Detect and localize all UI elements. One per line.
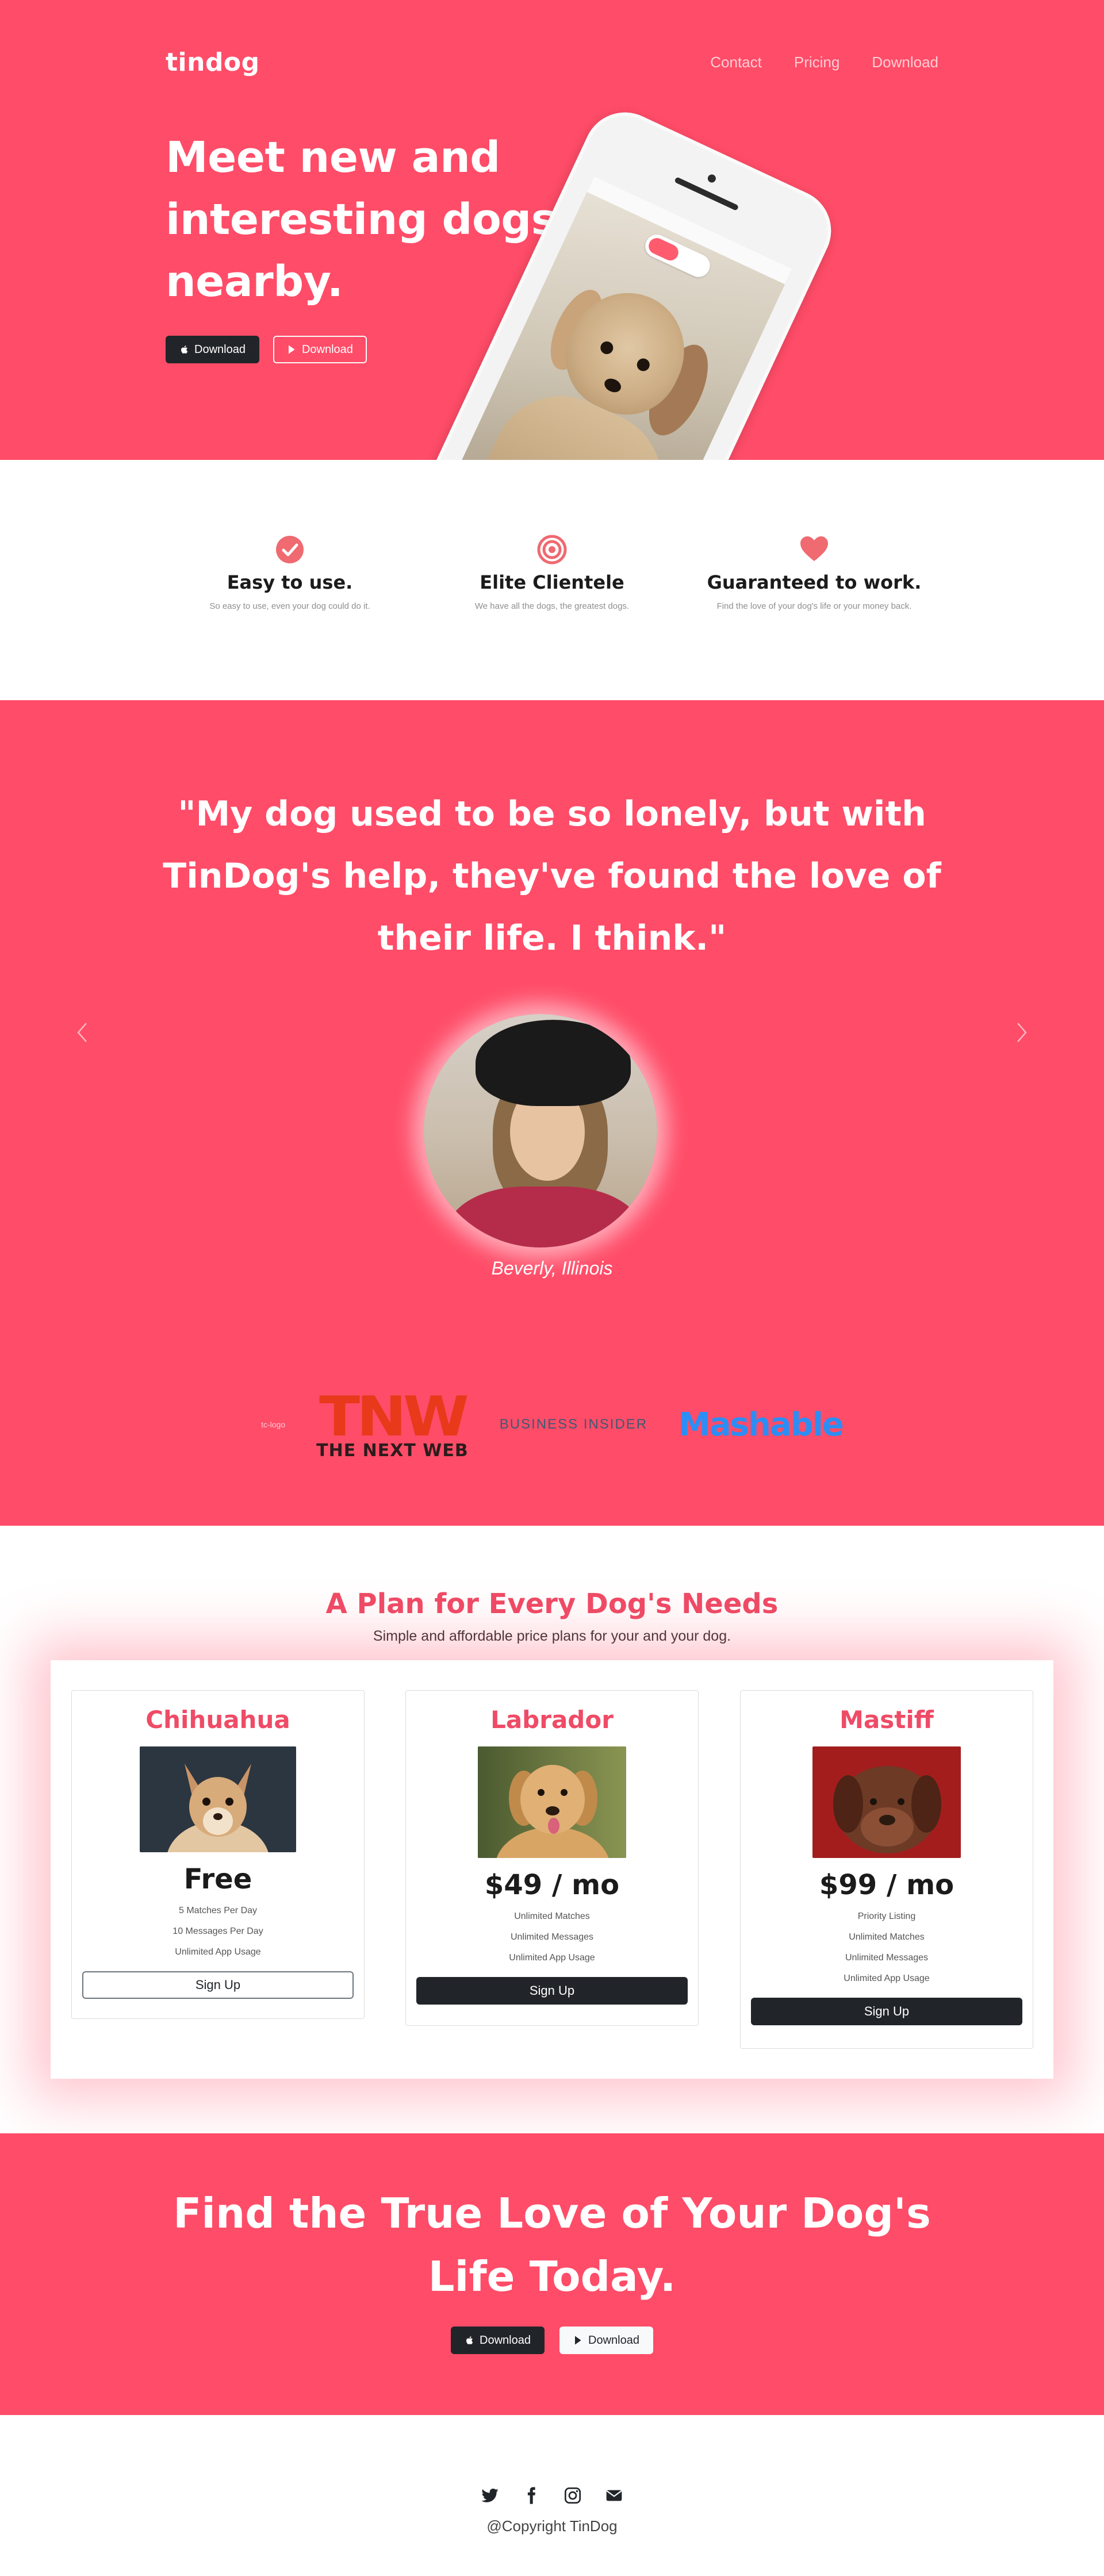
pricing-section: A Plan for Every Dog's Needs Simple and … bbox=[0, 1526, 1104, 2133]
business-insider-logo: BUSINESS INSIDER bbox=[499, 1416, 648, 1432]
cta-heading: Find the True Love of Your Dog's Life To… bbox=[173, 2189, 931, 2301]
cta-google-play-download-label: Download bbox=[588, 2333, 639, 2347]
testimonials-section: "My dog used to be so lonely, but with T… bbox=[0, 700, 1104, 1526]
plan-name: Mastiff bbox=[839, 1706, 934, 1734]
apple-icon bbox=[181, 345, 188, 354]
feature-title: Guaranteed to work. bbox=[707, 571, 922, 593]
nav-link-contact[interactable]: Contact bbox=[710, 53, 762, 71]
plan-name: Labrador bbox=[490, 1706, 614, 1734]
google-play-icon bbox=[575, 2336, 581, 2345]
plan-feature: Unlimited App Usage bbox=[509, 1953, 595, 1963]
cta-apple-download-button[interactable]: Download bbox=[451, 2327, 545, 2354]
facebook-icon[interactable] bbox=[522, 2486, 540, 2505]
bullseye-icon bbox=[537, 535, 567, 565]
footer: @Copyright TinDog bbox=[0, 2415, 1104, 2576]
features-section: Easy to use. So easy to use, even your d… bbox=[0, 460, 1104, 700]
testimonial-avatar bbox=[424, 1014, 657, 1247]
chihuahua-photo bbox=[140, 1746, 296, 1902]
feature-text: Find the love of your dog's life or your… bbox=[716, 601, 912, 611]
avatar-hat bbox=[476, 1020, 631, 1106]
plan-feature: Unlimited Messages bbox=[845, 1953, 929, 1963]
cta-apple-download-label: Download bbox=[480, 2333, 531, 2347]
google-play-download-button[interactable]: Download bbox=[273, 336, 367, 363]
techcrunch-logo-broken-image: tc-logo bbox=[261, 1420, 286, 1429]
plan-feature: 10 Messages Per Day bbox=[172, 1926, 263, 1936]
plan-feature: Unlimited App Usage bbox=[844, 1974, 930, 1983]
pricing-title: A Plan for Every Dog's Needs bbox=[325, 1588, 779, 1620]
plan-feature: Unlimited App Usage bbox=[175, 1947, 261, 1957]
nav-link-pricing[interactable]: Pricing bbox=[794, 53, 839, 71]
nav-links: Contact Pricing Download bbox=[710, 53, 938, 71]
labrador-photo bbox=[478, 1746, 626, 1907]
cta-section: Find the True Love of Your Dog's Life To… bbox=[0, 2133, 1104, 2415]
twitter-icon[interactable] bbox=[481, 2486, 499, 2505]
check-circle-icon bbox=[276, 536, 304, 563]
nav-link-download[interactable]: Download bbox=[872, 53, 938, 71]
cta-download-buttons: Download Download bbox=[0, 2327, 1104, 2354]
pricing-card-mastiff: Mastiff $99 / mo Priority Listing Unlimi… bbox=[740, 1690, 1033, 2049]
labrador-sign-up-button[interactable]: Sign Up bbox=[416, 1977, 688, 2005]
google-play-icon bbox=[288, 345, 295, 354]
feature-elite-clientele: Elite Clientele We have all the dogs, th… bbox=[443, 535, 661, 611]
feature-guaranteed: Guaranteed to work. Find the love of you… bbox=[705, 535, 923, 611]
tnw-logo: TNW THE NEXT WEB bbox=[316, 1389, 469, 1461]
plan-feature: Unlimited Matches bbox=[514, 1911, 590, 1921]
heart-icon bbox=[800, 536, 828, 561]
mastiff-sign-up-button[interactable]: Sign Up bbox=[751, 1998, 1022, 2025]
apple-download-label: Download bbox=[194, 343, 246, 356]
avatar-shirt bbox=[447, 1187, 642, 1247]
instagram-icon[interactable] bbox=[564, 2486, 582, 2505]
chihuahua-sign-up-button[interactable]: Sign Up bbox=[82, 1971, 354, 1999]
plan-price: $99 / mo bbox=[819, 1869, 954, 1901]
pricing-subtitle: Simple and affordable price plans for yo… bbox=[373, 1628, 731, 1644]
feature-text: So easy to use, even your dog could do i… bbox=[209, 601, 370, 611]
brand-logo[interactable]: tindog bbox=[166, 48, 260, 77]
plan-feature: 5 Matches Per Day bbox=[178, 1906, 258, 1915]
hero-download-buttons: Download Download bbox=[166, 336, 367, 363]
plan-feature: Priority Listing bbox=[857, 1911, 916, 1921]
carousel-prev-icon[interactable] bbox=[76, 1021, 89, 1044]
testimonial-quote: "My dog used to be so lonely, but with T… bbox=[163, 794, 941, 958]
phone-camera bbox=[706, 173, 718, 184]
tnw-logo-mark: TNW bbox=[319, 1384, 469, 1449]
press-logos: tc-logo TNW THE NEXT WEB BUSINESS INSIDE… bbox=[0, 1389, 1104, 1461]
envelope-icon[interactable] bbox=[605, 2486, 623, 2505]
feature-easy-to-use: Easy to use. So easy to use, even your d… bbox=[181, 535, 399, 611]
social-icons bbox=[0, 2486, 1104, 2505]
testimonial-caption: Beverly, Illinois bbox=[491, 1258, 613, 1279]
mashable-logo: Mashable bbox=[678, 1406, 844, 1444]
pricing-card-chihuahua: Chihuahua Free 5 Matches Per Day 10 Mess… bbox=[71, 1690, 365, 2019]
feature-title: Elite Clientele bbox=[480, 571, 624, 593]
carousel-next-icon[interactable] bbox=[1015, 1021, 1028, 1044]
apple-download-button[interactable]: Download bbox=[166, 336, 259, 363]
cta-google-play-download-button[interactable]: Download bbox=[559, 2327, 653, 2354]
feature-text: We have all the dogs, the greatest dogs. bbox=[474, 601, 630, 611]
pricing-panel: Chihuahua Free 5 Matches Per Day 10 Mess… bbox=[51, 1660, 1053, 2079]
hero-section: tindog Contact Pricing Download Meet new… bbox=[0, 0, 1104, 460]
google-play-download-label: Download bbox=[301, 343, 353, 356]
copyright-text: @Copyright TinDog bbox=[486, 2517, 618, 2535]
plan-price: Free bbox=[183, 1863, 252, 1895]
navbar: tindog Contact Pricing Download bbox=[166, 46, 938, 78]
feature-title: Easy to use. bbox=[227, 571, 353, 593]
plan-feature: Unlimited Messages bbox=[510, 1932, 594, 1942]
pricing-card-labrador: Labrador $49 / mo Unlimited Matches Unli… bbox=[405, 1690, 699, 2026]
phone-speaker bbox=[674, 176, 739, 212]
mastiff-photo bbox=[812, 1746, 961, 1858]
plan-feature: Unlimited Matches bbox=[849, 1932, 925, 1942]
plan-price: $49 / mo bbox=[484, 1869, 620, 1901]
apple-icon bbox=[466, 2336, 473, 2344]
plan-name: Chihuahua bbox=[145, 1706, 290, 1734]
